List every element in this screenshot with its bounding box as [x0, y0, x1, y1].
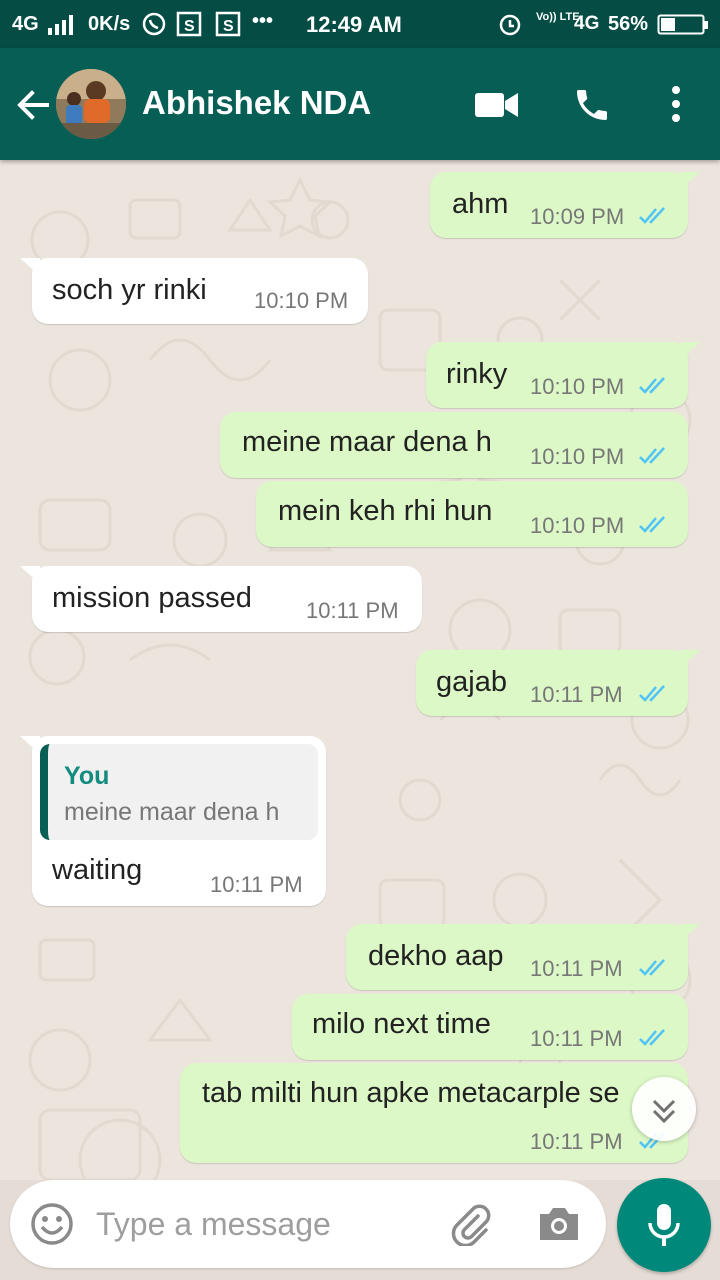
message-time: 10:11 PM [306, 598, 399, 623]
message-bubble-incoming[interactable]: soch yr rinki 10:10 PM [20, 258, 368, 324]
attach-icon[interactable] [448, 1202, 492, 1246]
voice-record-button[interactable] [617, 1178, 711, 1272]
scroll-down-icon [652, 1099, 676, 1124]
message-time: 10:09 PM [530, 204, 625, 229]
message-text: rinky [446, 358, 508, 390]
read-ticks-icon [639, 516, 665, 533]
read-ticks-icon [639, 685, 665, 702]
read-ticks-icon [639, 207, 665, 224]
emoji-icon[interactable] [30, 1202, 74, 1246]
message-text: soch yr rinki [52, 274, 207, 306]
message-bubble-outgoing[interactable]: meine maar dena h 10:10 PM [220, 412, 688, 478]
alarm-icon [499, 14, 521, 36]
more-notifications: ••• [252, 10, 274, 32]
message-text: gajab [436, 666, 507, 698]
message-text: meine maar dena h [242, 426, 492, 458]
read-ticks-icon [639, 959, 665, 976]
message-text: mission passed [52, 582, 252, 614]
back-arrow-icon[interactable] [14, 86, 52, 124]
scroll-to-bottom-button[interactable] [632, 1077, 696, 1141]
message-time: 10:11 PM [210, 872, 303, 897]
phone-icon[interactable] [572, 85, 612, 125]
network-speed: 0K/s [88, 13, 131, 35]
screenshot-notification-icon: S [176, 11, 202, 37]
mic-icon [648, 1204, 680, 1246]
message-text: dekho aap [368, 940, 504, 972]
message-composer[interactable]: Type a message [10, 1180, 606, 1268]
whatsapp-notification-icon [142, 12, 166, 36]
message-bubble-outgoing[interactable]: milo next time 10:11 PM [292, 994, 688, 1060]
message-text: milo next time [312, 1008, 491, 1040]
svg-text:S: S [223, 18, 234, 35]
message-bubble-incoming-reply[interactable]: You meine maar dena h waiting 10:11 PM [20, 736, 326, 906]
battery-percent: 56% [608, 13, 649, 35]
read-ticks-icon [639, 377, 665, 394]
message-time: 10:11 PM [530, 1026, 623, 1051]
message-time: 10:10 PM [530, 513, 625, 538]
message-time: 10:11 PM [530, 682, 623, 707]
status-bar: 4G 0K/s S S ••• 12:49 AM Vo)) LTE 4G 56% [0, 0, 720, 48]
message-bubble-outgoing[interactable]: dekho aap 10:11 PM [346, 924, 700, 990]
signal-icon [48, 15, 73, 35]
chat-area[interactable]: ahm 10:09 PM soch yr rinki 10:10 PM rink… [0, 160, 720, 1180]
message-text: mein keh rhi hun [278, 495, 493, 527]
read-ticks-icon [639, 1029, 665, 1046]
contact-avatar[interactable] [56, 69, 126, 139]
message-bubble-outgoing[interactable]: mein keh rhi hun 10:10 PM [256, 481, 688, 547]
screenshot-notification-icon-2: S [215, 11, 241, 37]
message-time: 10:11 PM [530, 956, 623, 981]
message-text: ahm [452, 188, 509, 220]
quoted-text: meine maar dena h [64, 798, 280, 826]
message-text: tab milti hun apke metacarple se [202, 1077, 620, 1109]
message-time: 10:10 PM [254, 288, 349, 313]
read-ticks-icon [639, 447, 665, 464]
camera-icon[interactable] [536, 1202, 582, 1246]
battery-icon [657, 14, 708, 35]
message-bubble-outgoing[interactable]: ahm 10:09 PM [430, 172, 700, 238]
message-bubble-outgoing[interactable]: rinky 10:10 PM [426, 342, 700, 408]
message-bubble-outgoing[interactable]: gajab 10:11 PM [416, 650, 700, 716]
more-vert-icon[interactable] [664, 84, 688, 124]
network-type-right: 4G [574, 13, 600, 34]
network-type-left: 4G [12, 13, 39, 35]
message-bubble-incoming[interactable]: mission passed 10:11 PM [20, 566, 422, 632]
status-time: 12:49 AM [306, 12, 402, 37]
video-call-icon[interactable] [474, 90, 520, 120]
message-input[interactable]: Type a message [96, 1206, 331, 1243]
quoted-message[interactable]: You meine maar dena h [40, 744, 318, 840]
message-time: 10:10 PM [530, 444, 625, 469]
message-bubble-outgoing[interactable]: tab milti hun apke metacarple se 10:11 P… [180, 1063, 688, 1163]
message-text: waiting [52, 854, 143, 886]
contact-name[interactable]: Abhishek NDA [142, 84, 371, 122]
quoted-author: You [64, 762, 110, 790]
volte-indicator: Vo)) LTE [536, 11, 580, 23]
message-time: 10:11 PM [530, 1129, 623, 1154]
message-time: 10:10 PM [530, 374, 625, 399]
svg-text:S: S [184, 18, 195, 35]
chat-header: Abhishek NDA [0, 48, 720, 160]
